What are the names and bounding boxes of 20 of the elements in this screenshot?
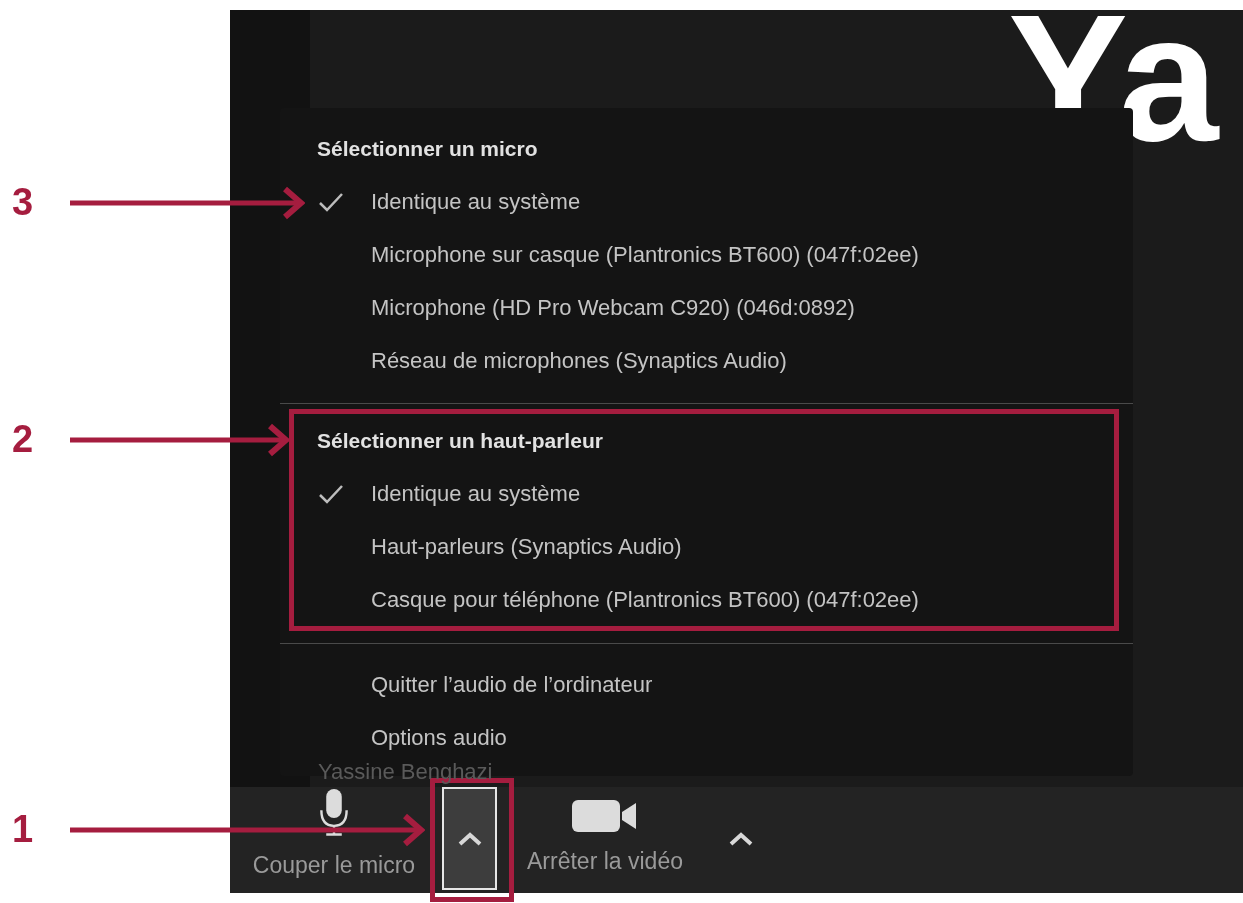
annotation-number: 1 bbox=[12, 810, 34, 848]
device-option[interactable]: Réseau de microphones (Synaptics Audio) bbox=[317, 334, 1133, 387]
device-option[interactable]: Haut-parleurs (Synaptics Audio) bbox=[317, 520, 1114, 573]
section-heading: Sélectionner un haut-parleur bbox=[317, 427, 603, 454]
device-option[interactable]: Identique au système bbox=[317, 175, 1133, 228]
device-option[interactable]: Identique au système bbox=[317, 467, 1114, 520]
caret-up-icon bbox=[456, 831, 483, 846]
device-option[interactable]: Microphone sur casque (Plantronics BT600) (047f:02ee) bbox=[317, 228, 1133, 281]
menu-action[interactable]: Quitter l’audio de l’ordinateur bbox=[280, 658, 1133, 711]
device-option[interactable]: Casque pour téléphone (Plantronics BT600) (047f:02ee) bbox=[317, 573, 1114, 626]
caret-up-icon bbox=[727, 831, 754, 846]
caret-button[interactable] bbox=[442, 787, 497, 890]
mute-button[interactable]: Couper le micro bbox=[234, 787, 434, 890]
stop-video-button[interactable]: Arrêter la vidéo bbox=[505, 787, 705, 890]
annotation-number: 2 bbox=[12, 420, 34, 458]
annotation-number: 3 bbox=[12, 183, 34, 221]
section-heading: Sélectionner un micro bbox=[317, 135, 538, 162]
device-option[interactable]: Microphone (HD Pro Webcam C920) (046d:0892) bbox=[317, 281, 1133, 334]
microphone-icon bbox=[317, 787, 351, 838]
video-camera-icon bbox=[572, 799, 638, 832]
